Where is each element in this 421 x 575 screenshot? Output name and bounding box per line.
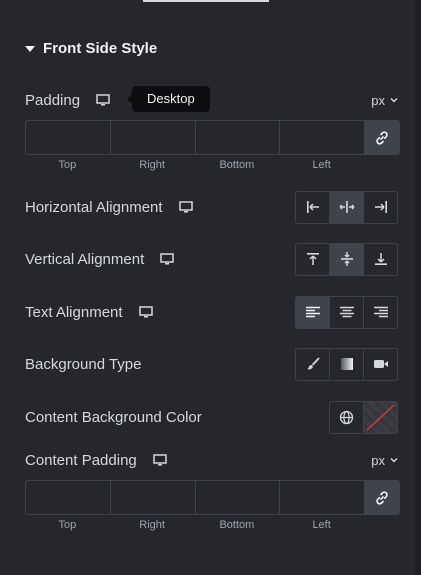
section-header[interactable]: Front Side Style	[25, 40, 157, 57]
caret-down-icon	[25, 45, 35, 52]
background-type-control: Background Type	[25, 347, 398, 381]
content-padding-label: Content Padding	[25, 451, 137, 469]
horizontal-alignment-group	[295, 190, 398, 224]
side-label-left: Left	[312, 159, 331, 171]
text-alignment-control: Text Alignment	[25, 295, 398, 329]
global-colors-button[interactable]	[330, 401, 364, 433]
content-padding-control: Content Padding px	[25, 443, 398, 477]
align-left-button[interactable]	[296, 191, 330, 223]
device-tooltip: Desktop	[127, 86, 210, 112]
padding-unit-label: px	[371, 92, 385, 108]
panel-scrollbar[interactable]	[415, 0, 421, 575]
monitor-icon[interactable]	[178, 201, 193, 213]
align-top-icon	[306, 253, 319, 265]
align-top-button[interactable]	[296, 243, 330, 275]
horizontal-alignment-control: Horizontal Alignment	[25, 190, 398, 224]
padding-right-input[interactable]	[111, 121, 196, 154]
horizontal-alignment-label: Horizontal Alignment	[25, 198, 163, 216]
padding-dimensions	[25, 120, 400, 155]
monitor-icon[interactable]	[153, 454, 167, 466]
padding-unit-select[interactable]: px	[371, 93, 398, 108]
content-padding-left-input[interactable]	[280, 481, 365, 514]
text-align-center-button[interactable]	[330, 296, 364, 328]
vertical-alignment-label: Vertical Alignment	[25, 250, 145, 268]
globe-icon	[339, 410, 354, 424]
background-type-group	[295, 347, 398, 381]
background-gradient-button[interactable]	[330, 348, 364, 380]
padding-top-input[interactable]	[26, 121, 111, 154]
background-type-label: Background Type	[25, 355, 142, 373]
active-tab-indicator	[143, 0, 269, 2]
align-center-button[interactable]	[330, 191, 364, 223]
no-color-icon	[366, 403, 395, 431]
padding-bottom-input[interactable]	[196, 121, 281, 154]
side-label-top: Top	[58, 159, 77, 171]
video-icon	[373, 360, 388, 368]
align-bottom-button[interactable]	[364, 244, 397, 275]
content-padding-right-input[interactable]	[111, 481, 196, 514]
monitor-icon[interactable]	[160, 253, 174, 265]
text-align-right-button[interactable]	[364, 297, 397, 328]
content-padding-bottom-input[interactable]	[196, 481, 281, 514]
monitor-icon[interactable]	[138, 306, 153, 318]
gradient-icon	[340, 358, 353, 370]
link-values-button[interactable]	[365, 121, 399, 154]
link-icon	[376, 130, 388, 145]
align-right-button[interactable]	[364, 192, 397, 223]
section-title: Front Side Style	[43, 40, 158, 57]
side-label-right: Right	[139, 159, 165, 171]
align-end-icon	[374, 201, 387, 213]
chevron-down-icon	[390, 458, 398, 463]
align-middle-icon	[340, 252, 353, 266]
side-label-bottom: Bottom	[219, 159, 255, 171]
content-padding-unit-label: px	[371, 452, 385, 468]
padding-control: Padding px	[25, 83, 398, 117]
background-video-button[interactable]	[364, 349, 397, 380]
monitor-icon[interactable]	[96, 94, 110, 106]
padding-left-input[interactable]	[280, 121, 365, 154]
text-align-left-button[interactable]	[296, 296, 330, 328]
content-padding-unit-select[interactable]: px	[371, 453, 398, 468]
text-alignment-group	[295, 295, 398, 329]
content-background-color-control: Content Background Color	[25, 400, 398, 434]
text-align-center-icon	[339, 306, 354, 318]
text-align-left-icon	[305, 306, 320, 318]
content-padding-top-input[interactable]	[26, 481, 111, 514]
padding-side-labels: Top Right Bottom Left	[25, 159, 364, 171]
align-center-icon	[339, 201, 354, 213]
side-label-left: Left	[312, 519, 331, 531]
align-middle-button[interactable]	[330, 243, 364, 275]
link-icon	[376, 490, 388, 505]
content-background-color-label: Content Background Color	[25, 408, 202, 426]
padding-label: Padding	[25, 91, 81, 109]
content-padding-dimensions	[25, 480, 400, 515]
text-align-right-icon	[373, 306, 388, 318]
background-classic-button[interactable]	[296, 348, 330, 380]
brush-icon	[307, 357, 320, 370]
content-link-values-button[interactable]	[365, 481, 399, 514]
align-bottom-icon	[374, 253, 387, 265]
chevron-down-icon	[390, 98, 398, 103]
content-padding-side-labels: Top Right Bottom Left	[25, 519, 364, 531]
color-picker-group	[329, 400, 398, 434]
color-swatch-button[interactable]	[364, 401, 397, 433]
vertical-alignment-control: Vertical Alignment	[25, 242, 398, 276]
side-label-right: Right	[139, 519, 165, 531]
side-label-bottom: Bottom	[219, 519, 255, 531]
vertical-alignment-group	[295, 242, 398, 276]
side-label-top: Top	[58, 519, 77, 531]
align-start-icon	[306, 201, 319, 213]
text-alignment-label: Text Alignment	[25, 303, 123, 321]
